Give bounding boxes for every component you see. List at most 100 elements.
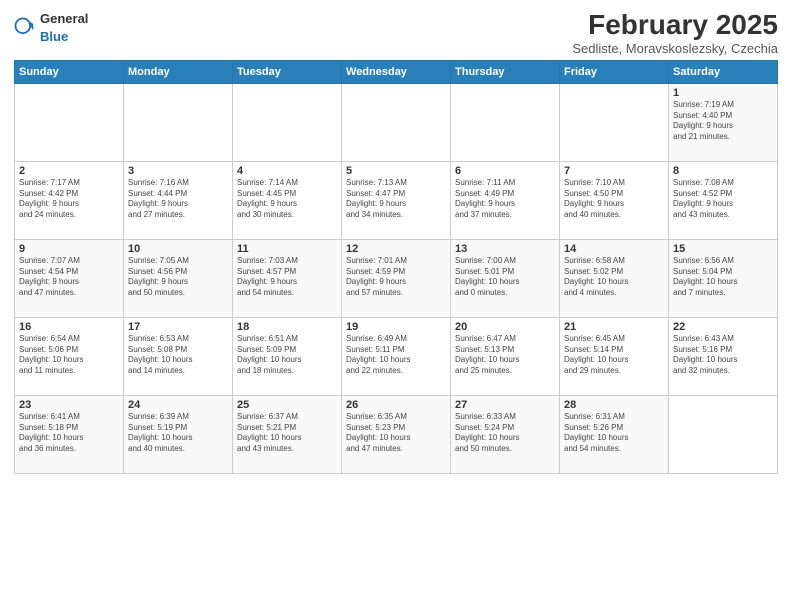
day-number: 20 [455, 321, 555, 333]
week-row-1: 2Sunrise: 7:17 AM Sunset: 4:42 PM Daylig… [15, 161, 778, 239]
logo-icon [14, 17, 36, 39]
day-info: Sunrise: 6:54 AM Sunset: 5:06 PM Dayligh… [19, 334, 119, 377]
table-row: 20Sunrise: 6:47 AM Sunset: 5:13 PM Dayli… [451, 317, 560, 395]
table-row: 18Sunrise: 6:51 AM Sunset: 5:09 PM Dayli… [233, 317, 342, 395]
logo: General Blue [14, 10, 88, 46]
header-tuesday: Tuesday [233, 60, 342, 83]
day-number: 1 [673, 87, 773, 99]
day-number: 16 [19, 321, 119, 333]
header-wednesday: Wednesday [342, 60, 451, 83]
weekday-header-row: Sunday Monday Tuesday Wednesday Thursday… [15, 60, 778, 83]
day-info: Sunrise: 7:14 AM Sunset: 4:45 PM Dayligh… [237, 178, 337, 221]
day-info: Sunrise: 6:35 AM Sunset: 5:23 PM Dayligh… [346, 412, 446, 455]
header-monday: Monday [124, 60, 233, 83]
day-info: Sunrise: 7:11 AM Sunset: 4:49 PM Dayligh… [455, 178, 555, 221]
day-number: 9 [19, 243, 119, 255]
table-row [124, 83, 233, 161]
day-info: Sunrise: 6:41 AM Sunset: 5:18 PM Dayligh… [19, 412, 119, 455]
day-number: 15 [673, 243, 773, 255]
day-info: Sunrise: 6:56 AM Sunset: 5:04 PM Dayligh… [673, 256, 773, 299]
day-number: 22 [673, 321, 773, 333]
table-row: 19Sunrise: 6:49 AM Sunset: 5:11 PM Dayli… [342, 317, 451, 395]
table-row: 25Sunrise: 6:37 AM Sunset: 5:21 PM Dayli… [233, 395, 342, 473]
table-row: 6Sunrise: 7:11 AM Sunset: 4:49 PM Daylig… [451, 161, 560, 239]
day-number: 27 [455, 399, 555, 411]
day-number: 23 [19, 399, 119, 411]
title-block: February 2025 Sedliste, Moravskoslezsky,… [572, 10, 778, 56]
day-info: Sunrise: 7:01 AM Sunset: 4:59 PM Dayligh… [346, 256, 446, 299]
day-info: Sunrise: 7:07 AM Sunset: 4:54 PM Dayligh… [19, 256, 119, 299]
week-row-4: 23Sunrise: 6:41 AM Sunset: 5:18 PM Dayli… [15, 395, 778, 473]
table-row: 4Sunrise: 7:14 AM Sunset: 4:45 PM Daylig… [233, 161, 342, 239]
day-number: 3 [128, 165, 228, 177]
day-info: Sunrise: 7:16 AM Sunset: 4:44 PM Dayligh… [128, 178, 228, 221]
day-number: 21 [564, 321, 664, 333]
day-number: 8 [673, 165, 773, 177]
table-row: 21Sunrise: 6:45 AM Sunset: 5:14 PM Dayli… [560, 317, 669, 395]
day-number: 14 [564, 243, 664, 255]
table-row: 27Sunrise: 6:33 AM Sunset: 5:24 PM Dayli… [451, 395, 560, 473]
day-info: Sunrise: 6:49 AM Sunset: 5:11 PM Dayligh… [346, 334, 446, 377]
calendar-table: Sunday Monday Tuesday Wednesday Thursday… [14, 60, 778, 474]
day-number: 12 [346, 243, 446, 255]
day-number: 24 [128, 399, 228, 411]
day-number: 19 [346, 321, 446, 333]
week-row-2: 9Sunrise: 7:07 AM Sunset: 4:54 PM Daylig… [15, 239, 778, 317]
table-row [15, 83, 124, 161]
day-number: 28 [564, 399, 664, 411]
day-info: Sunrise: 6:51 AM Sunset: 5:09 PM Dayligh… [237, 334, 337, 377]
table-row: 2Sunrise: 7:17 AM Sunset: 4:42 PM Daylig… [15, 161, 124, 239]
table-row: 26Sunrise: 6:35 AM Sunset: 5:23 PM Dayli… [342, 395, 451, 473]
day-info: Sunrise: 7:03 AM Sunset: 4:57 PM Dayligh… [237, 256, 337, 299]
day-info: Sunrise: 6:53 AM Sunset: 5:08 PM Dayligh… [128, 334, 228, 377]
table-row: 3Sunrise: 7:16 AM Sunset: 4:44 PM Daylig… [124, 161, 233, 239]
day-number: 4 [237, 165, 337, 177]
table-row [669, 395, 778, 473]
day-info: Sunrise: 6:43 AM Sunset: 5:16 PM Dayligh… [673, 334, 773, 377]
day-number: 11 [237, 243, 337, 255]
table-row [233, 83, 342, 161]
table-row: 10Sunrise: 7:05 AM Sunset: 4:56 PM Dayli… [124, 239, 233, 317]
table-row: 12Sunrise: 7:01 AM Sunset: 4:59 PM Dayli… [342, 239, 451, 317]
table-row: 7Sunrise: 7:10 AM Sunset: 4:50 PM Daylig… [560, 161, 669, 239]
header-friday: Friday [560, 60, 669, 83]
table-row: 8Sunrise: 7:08 AM Sunset: 4:52 PM Daylig… [669, 161, 778, 239]
table-row: 23Sunrise: 6:41 AM Sunset: 5:18 PM Dayli… [15, 395, 124, 473]
table-row: 17Sunrise: 6:53 AM Sunset: 5:08 PM Dayli… [124, 317, 233, 395]
table-row [560, 83, 669, 161]
table-row [451, 83, 560, 161]
calendar-title: February 2025 [572, 10, 778, 41]
day-number: 10 [128, 243, 228, 255]
week-row-3: 16Sunrise: 6:54 AM Sunset: 5:06 PM Dayli… [15, 317, 778, 395]
day-info: Sunrise: 6:47 AM Sunset: 5:13 PM Dayligh… [455, 334, 555, 377]
table-row: 28Sunrise: 6:31 AM Sunset: 5:26 PM Dayli… [560, 395, 669, 473]
table-row [342, 83, 451, 161]
table-row: 22Sunrise: 6:43 AM Sunset: 5:16 PM Dayli… [669, 317, 778, 395]
day-info: Sunrise: 6:37 AM Sunset: 5:21 PM Dayligh… [237, 412, 337, 455]
logo-blue: Blue [40, 29, 68, 44]
day-info: Sunrise: 7:19 AM Sunset: 4:40 PM Dayligh… [673, 100, 773, 143]
day-number: 7 [564, 165, 664, 177]
table-row: 13Sunrise: 7:00 AM Sunset: 5:01 PM Dayli… [451, 239, 560, 317]
day-info: Sunrise: 6:45 AM Sunset: 5:14 PM Dayligh… [564, 334, 664, 377]
logo-general: General [40, 11, 88, 26]
day-info: Sunrise: 7:00 AM Sunset: 5:01 PM Dayligh… [455, 256, 555, 299]
logo-text: General Blue [40, 10, 88, 46]
calendar-container: General Blue February 2025 Sedliste, Mor… [0, 0, 792, 612]
day-info: Sunrise: 6:33 AM Sunset: 5:24 PM Dayligh… [455, 412, 555, 455]
table-row: 16Sunrise: 6:54 AM Sunset: 5:06 PM Dayli… [15, 317, 124, 395]
day-number: 6 [455, 165, 555, 177]
day-number: 25 [237, 399, 337, 411]
day-number: 26 [346, 399, 446, 411]
header-sunday: Sunday [15, 60, 124, 83]
header-thursday: Thursday [451, 60, 560, 83]
day-info: Sunrise: 6:39 AM Sunset: 5:19 PM Dayligh… [128, 412, 228, 455]
day-info: Sunrise: 6:31 AM Sunset: 5:26 PM Dayligh… [564, 412, 664, 455]
table-row: 11Sunrise: 7:03 AM Sunset: 4:57 PM Dayli… [233, 239, 342, 317]
day-info: Sunrise: 6:58 AM Sunset: 5:02 PM Dayligh… [564, 256, 664, 299]
header-saturday: Saturday [669, 60, 778, 83]
day-info: Sunrise: 7:08 AM Sunset: 4:52 PM Dayligh… [673, 178, 773, 221]
day-number: 5 [346, 165, 446, 177]
table-row: 24Sunrise: 6:39 AM Sunset: 5:19 PM Dayli… [124, 395, 233, 473]
table-row: 15Sunrise: 6:56 AM Sunset: 5:04 PM Dayli… [669, 239, 778, 317]
